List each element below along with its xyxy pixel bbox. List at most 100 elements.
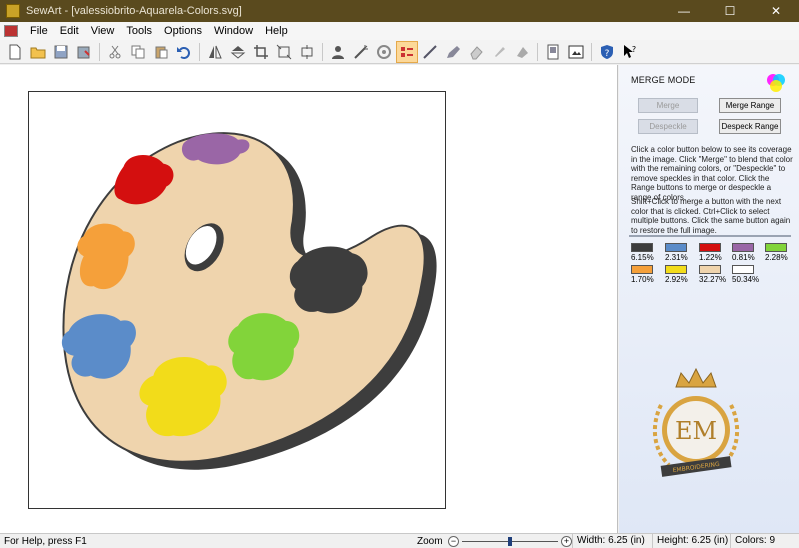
swatch-chip [631, 243, 653, 252]
flip-icon[interactable] [227, 41, 249, 63]
swatch-percent: 1.22% [699, 253, 722, 262]
app-icon [6, 4, 20, 18]
color-swatch[interactable]: 2.31% [665, 243, 689, 262]
logo-initials: EM [675, 417, 717, 445]
color-swatch[interactable]: 32.27% [699, 265, 727, 284]
color-swatch[interactable]: 2.28% [765, 243, 789, 262]
menu-options[interactable]: Options [158, 25, 208, 37]
merge-mode-panel: MERGE MODE Merge Merge Range Despeckle D… [619, 65, 799, 533]
crop-icon[interactable] [250, 41, 272, 63]
despeckle-range-button[interactable]: Despeck Range [719, 119, 781, 134]
paint-palette-image [61, 132, 437, 470]
menu-tools[interactable]: Tools [120, 25, 158, 37]
new-file-icon[interactable] [4, 41, 26, 63]
toolbar-separator [537, 42, 538, 61]
window-title: SewArt - [valessiobrito-Aquarela-Colors.… [26, 5, 242, 17]
swatch-percent: 2.28% [765, 253, 788, 262]
toolbar-separator [99, 42, 100, 61]
color-swatch[interactable]: 0.81% [732, 243, 756, 262]
swatch-percent: 50.34% [732, 275, 760, 284]
color-swatch[interactable]: 50.34% [732, 265, 760, 284]
swatch-chip [699, 265, 721, 274]
merge-mode-icon[interactable] [396, 40, 418, 63]
panel-title: MERGE MODE [631, 75, 696, 85]
page-icon[interactable] [542, 41, 564, 63]
color-swatch[interactable]: 1.22% [699, 243, 723, 262]
pen-icon[interactable] [442, 41, 464, 63]
toolbar-separator [322, 42, 323, 61]
line-icon[interactable] [419, 41, 441, 63]
paste-icon[interactable] [150, 41, 172, 63]
despeckle-button[interactable]: Despeckle [638, 119, 698, 134]
color-swatch[interactable]: 6.15% [631, 243, 655, 262]
wand-icon[interactable] [350, 41, 372, 63]
swatch-percent: 0.81% [732, 253, 755, 262]
close-button[interactable]: ✕ [753, 0, 799, 22]
status-width: Width: 6.25 (in) [572, 533, 652, 548]
panel-divider [629, 235, 791, 237]
save-icon[interactable] [50, 41, 72, 63]
brush-icon[interactable] [488, 41, 510, 63]
save-all-icon[interactable] [73, 41, 95, 63]
zoom-control: − + [448, 535, 572, 547]
toolbar-separator [199, 42, 200, 61]
menu-file[interactable]: File [24, 25, 54, 37]
swatch-percent: 2.92% [665, 275, 688, 284]
status-colors: Colors: 9 [730, 533, 799, 548]
color-swatch[interactable]: 1.70% [631, 265, 655, 284]
help-text-2: Shift+Click to merge a button with the n… [631, 197, 791, 235]
help-shield-icon[interactable]: ? [596, 41, 618, 63]
merge-range-button[interactable]: Merge Range [719, 98, 781, 113]
merge-button[interactable]: Merge [638, 98, 698, 113]
menu-window[interactable]: Window [208, 25, 259, 37]
menu-view[interactable]: View [85, 25, 121, 37]
resize-icon[interactable] [273, 41, 295, 63]
swatch-percent: 2.31% [665, 253, 688, 262]
zoom-label: Zoom [417, 535, 443, 547]
toolbar-separator [591, 42, 592, 61]
eraser-icon[interactable] [465, 41, 487, 63]
zoom-slider[interactable] [462, 536, 558, 546]
swatch-chip [765, 243, 787, 252]
image-document[interactable] [28, 91, 446, 509]
swatch-chip [732, 265, 754, 274]
status-height: Height: 6.25 (in) [652, 533, 730, 548]
whats-this-icon[interactable]: ? [619, 41, 641, 63]
menu-edit[interactable]: Edit [54, 25, 85, 37]
title-bar: SewArt - [valessiobrito-Aquarela-Colors.… [0, 0, 799, 22]
zoom-out-button[interactable]: − [448, 535, 459, 547]
menu-help[interactable]: Help [259, 25, 294, 37]
swatch-chip [631, 265, 653, 274]
export-icon[interactable] [565, 41, 587, 63]
canvas-area[interactable] [0, 65, 618, 533]
embroidering-logo: EM EMBROIDERING [652, 367, 740, 477]
toolbar: ? ? [0, 40, 799, 64]
swatch-percent: 1.70% [631, 275, 654, 284]
status-bar: For Help, press F1 Zoom − + Width: 6.25 … [0, 533, 799, 548]
swatch-chip [732, 243, 754, 252]
copy-icon[interactable] [127, 41, 149, 63]
mirror-icon[interactable] [204, 41, 226, 63]
person-icon[interactable] [327, 41, 349, 63]
zoom-slider-thumb[interactable] [508, 536, 512, 546]
zoom-in-button[interactable]: + [561, 535, 572, 547]
swatch-percent: 6.15% [631, 253, 654, 262]
rotate-icon[interactable] [296, 41, 318, 63]
fill-icon[interactable] [373, 41, 395, 63]
color-wheel-icon [767, 74, 785, 92]
swatch-chip [665, 265, 687, 274]
color-swatch[interactable]: 2.92% [665, 265, 689, 284]
undo-icon[interactable] [173, 41, 195, 63]
maximize-button[interactable]: ☐ [707, 0, 753, 22]
swatch-percent: 32.27% [699, 275, 727, 284]
status-help: For Help, press F1 [4, 535, 87, 547]
minimize-button[interactable]: — [661, 0, 707, 22]
shape-icon[interactable] [511, 41, 533, 63]
help-text-1: Click a color button below to see its co… [631, 145, 793, 202]
cut-icon[interactable] [104, 41, 126, 63]
swatch-chip [665, 243, 687, 252]
swatch-chip [699, 243, 721, 252]
document-menu-icon[interactable] [4, 25, 18, 37]
menu-bar: File Edit View Tools Options Window Help [0, 22, 799, 40]
open-folder-icon[interactable] [27, 41, 49, 63]
